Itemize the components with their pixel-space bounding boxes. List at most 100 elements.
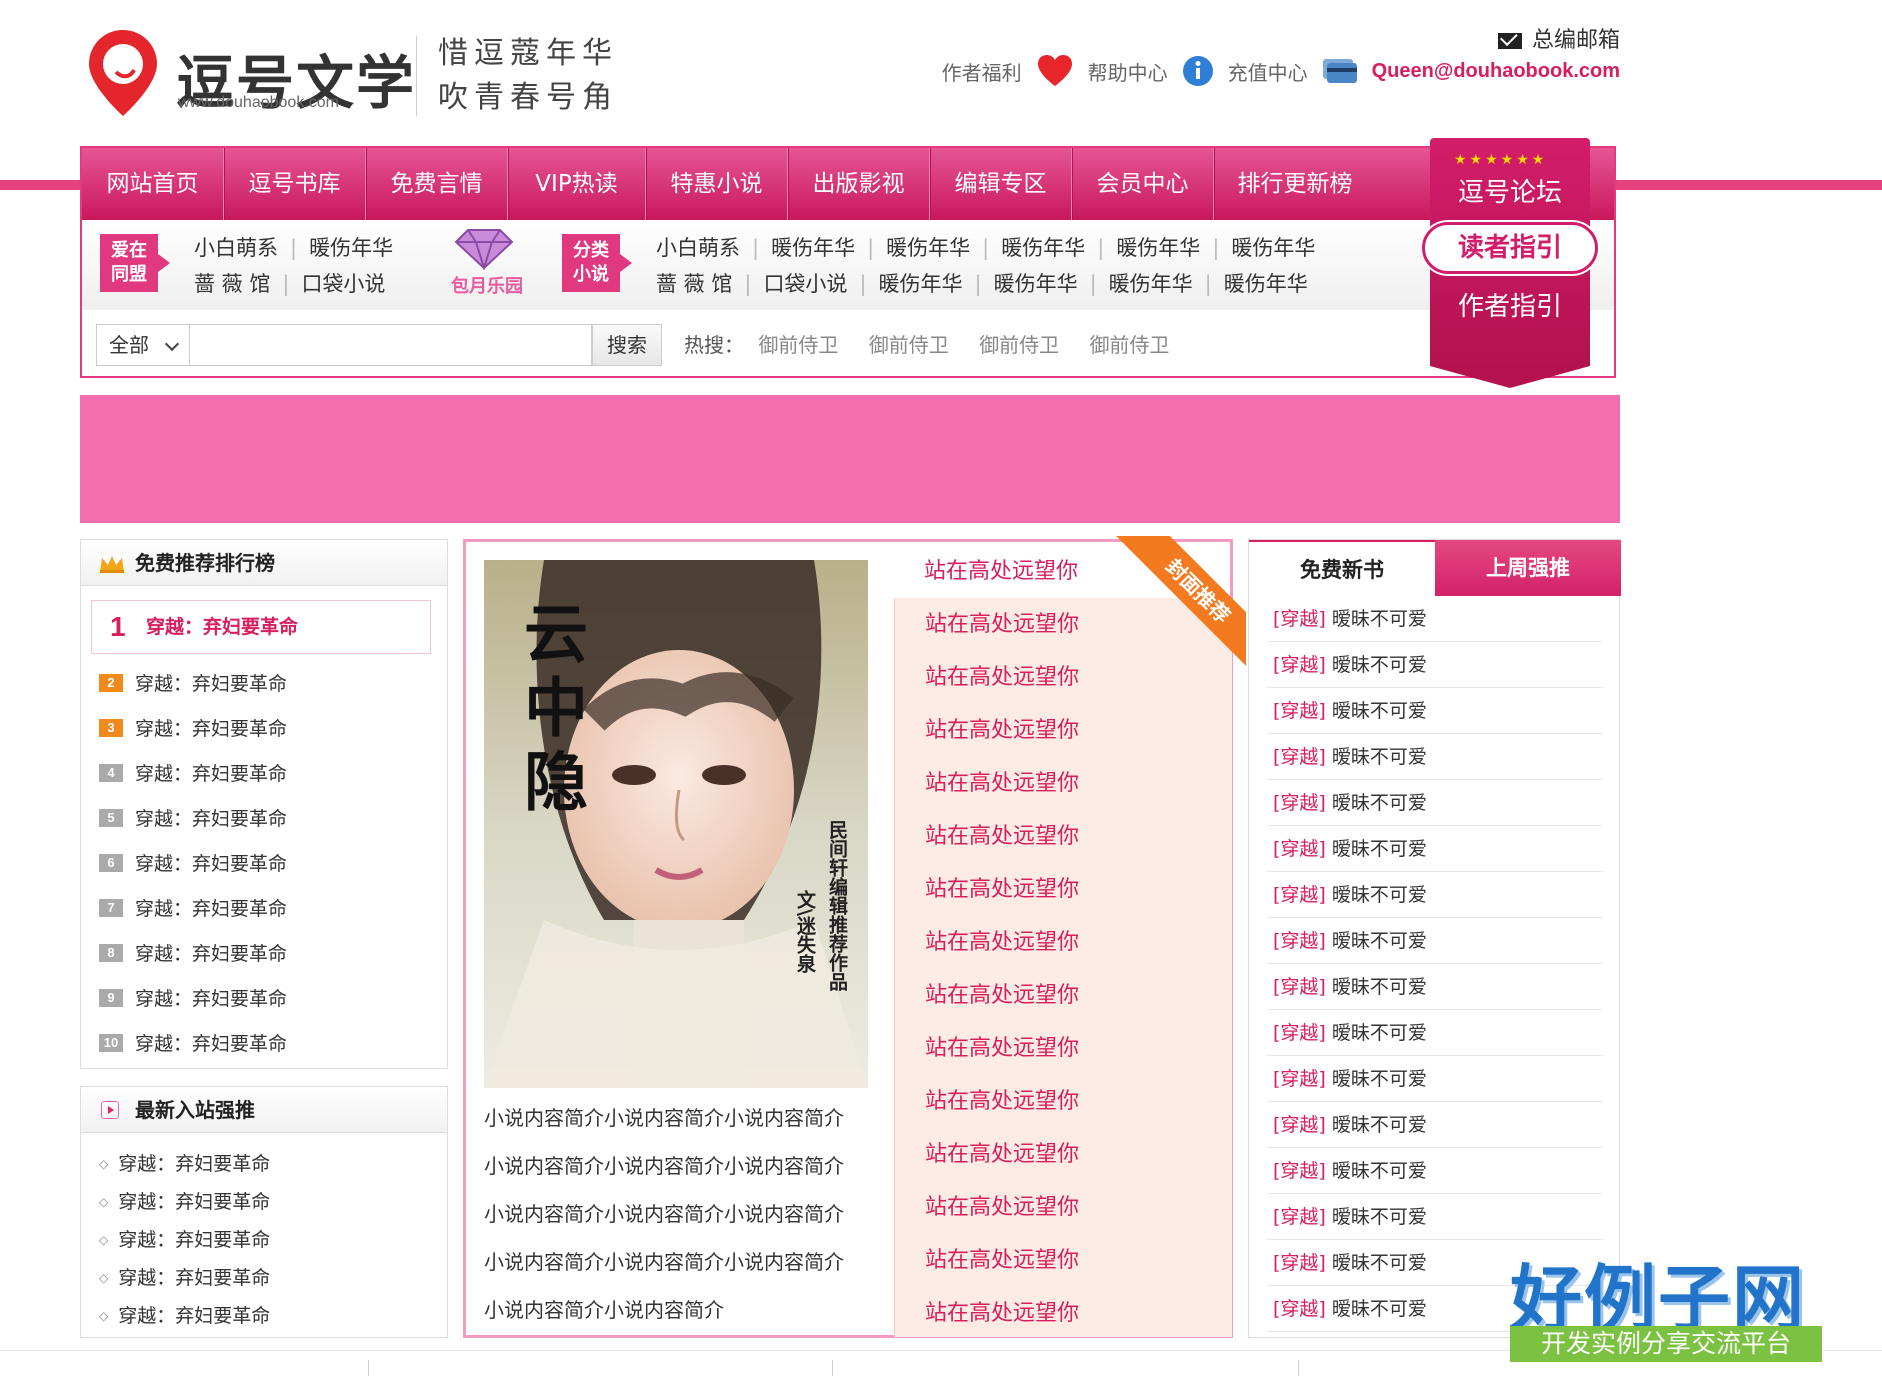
- list-item[interactable]: [穿越] 暧昧不可爱: [1267, 596, 1603, 642]
- nav-item-discount[interactable]: 特惠小说: [646, 148, 788, 220]
- recommend-link[interactable]: 站在高处远望你: [895, 1287, 1232, 1340]
- newest-item[interactable]: 穿越：弃妇要革命: [99, 1221, 270, 1259]
- editor-mail[interactable]: 总编邮箱: [1497, 22, 1620, 54]
- hot-search-link[interactable]: 御前侍卫: [979, 333, 1059, 357]
- tab-free-new-books[interactable]: 免费新书: [1249, 540, 1435, 596]
- recommend-link[interactable]: 站在高处远望你: [895, 810, 1232, 863]
- nav-item-editor[interactable]: 编辑专区: [930, 148, 1072, 220]
- recommend-link[interactable]: 站在高处远望你: [895, 916, 1232, 969]
- alliance-link[interactable]: 蔷 薇 馆: [194, 266, 270, 302]
- recharge-center-link[interactable]: 充值中心: [1228, 57, 1308, 86]
- hot-search-link[interactable]: 御前侍卫: [869, 333, 949, 357]
- site-slogan: 惜逗蔻年华 吹青春号角: [438, 32, 618, 120]
- category-link[interactable]: 暖伤年华: [886, 230, 970, 266]
- list-item[interactable]: [穿越] 暧昧不可爱: [1267, 872, 1603, 918]
- description-line: 小说内容简介小说内容简介小说内容简介: [484, 1250, 844, 1274]
- hot-search-link[interactable]: 御前侍卫: [1089, 333, 1169, 357]
- panel-title: 最新入站强推: [81, 1087, 447, 1133]
- list-item[interactable]: [穿越] 暧昧不可爱: [1267, 918, 1603, 964]
- ranking-item[interactable]: 3 穿越：弃妇要革命: [99, 707, 287, 752]
- newest-title-text: 最新入站强推: [135, 1098, 255, 1122]
- recommend-link[interactable]: 站在高处远望你: [895, 1022, 1232, 1075]
- ranking-item[interactable]: 6 穿越：弃妇要革命: [99, 842, 287, 887]
- list-item[interactable]: [穿越] 暧昧不可爱: [1267, 1102, 1603, 1148]
- alliance-link[interactable]: 口袋小说: [301, 266, 385, 302]
- ranking-item[interactable]: 8 穿越：弃妇要革命: [99, 932, 287, 977]
- category-link[interactable]: 暖伤年华: [1224, 266, 1308, 302]
- category-link[interactable]: 蔷 薇 馆: [656, 266, 732, 302]
- rank-badge: 10: [99, 1033, 123, 1052]
- search-input[interactable]: [190, 324, 592, 366]
- recommend-link[interactable]: 站在高处远望你: [924, 546, 1144, 598]
- ranking-item[interactable]: 5 穿越：弃妇要革命: [99, 797, 287, 842]
- newest-item[interactable]: 穿越：弃妇要革命: [99, 1183, 270, 1221]
- item-category: [穿越]: [1273, 838, 1326, 860]
- heart-icon: [1037, 55, 1072, 86]
- ranking-item[interactable]: 10 穿越：弃妇要革命: [99, 1022, 287, 1067]
- list-item[interactable]: [穿越] 暧昧不可爱: [1267, 642, 1603, 688]
- ranking-item[interactable]: 2 穿越：弃妇要革命: [99, 662, 287, 707]
- ranking-item[interactable]: 4 穿越：弃妇要革命: [99, 752, 287, 797]
- help-center-link[interactable]: 帮助中心: [1088, 57, 1168, 86]
- ranking-item[interactable]: 7 穿越：弃妇要革命: [99, 887, 287, 932]
- nav-item-free-romance[interactable]: 免费言情: [366, 148, 508, 220]
- category-link[interactable]: 暖伤年华: [879, 266, 963, 302]
- ranking-top-item[interactable]: 1 穿越：弃妇要革命: [91, 600, 431, 654]
- recommend-link[interactable]: 站在高处远望你: [895, 704, 1232, 757]
- author-welfare-link[interactable]: 作者福利: [942, 57, 1022, 86]
- recommend-link[interactable]: 站在高处远望你: [895, 757, 1232, 810]
- search-button[interactable]: 搜索: [592, 324, 662, 366]
- forum-link[interactable]: 逗号论坛: [1430, 172, 1590, 209]
- description-line: 小说内容简介小说内容简介小说内容简介: [484, 1154, 844, 1178]
- tab-last-week-picks[interactable]: 上周强推: [1435, 540, 1621, 596]
- nav-item-vip[interactable]: VIP热读: [508, 148, 646, 220]
- hot-search-link[interactable]: 御前侍卫: [758, 333, 838, 357]
- category-link[interactable]: 暖伤年华: [994, 266, 1078, 302]
- list-item[interactable]: [穿越] 暧昧不可爱: [1267, 1056, 1603, 1102]
- search-category-value: 全部: [109, 333, 149, 357]
- recommend-link[interactable]: 站在高处远望你: [895, 1181, 1232, 1234]
- list-item[interactable]: [穿越] 暧昧不可爱: [1267, 1010, 1603, 1056]
- newest-item[interactable]: 穿越：弃妇要革命: [99, 1297, 270, 1335]
- category-link[interactable]: 暖伤年华: [1001, 230, 1085, 266]
- category-link[interactable]: 小白萌系: [656, 230, 740, 266]
- category-link[interactable]: 暖伤年华: [1116, 230, 1200, 266]
- list-item[interactable]: [穿越] 暧昧不可爱: [1267, 964, 1603, 1010]
- recommend-link[interactable]: 站在高处远望你: [895, 1075, 1232, 1128]
- ranking-item[interactable]: 9 穿越：弃妇要革命: [99, 977, 287, 1022]
- corner-label: 封面推荐: [1113, 536, 1246, 670]
- newest-item[interactable]: 穿越：弃妇要革命: [99, 1145, 270, 1183]
- list-item[interactable]: [穿越] 暧昧不可爱: [1267, 1194, 1603, 1240]
- category-link[interactable]: 暖伤年华: [1231, 230, 1315, 266]
- reader-guide-button[interactable]: 读者指引: [1422, 222, 1598, 274]
- free-ranking-panel: 免费推荐排行榜 1 穿越：弃妇要革命 2 穿越：弃妇要革命 3 穿越：弃妇要革命 4…: [80, 539, 448, 1069]
- category-link[interactable]: 暖伤年华: [771, 230, 855, 266]
- list-item[interactable]: [穿越] 暧昧不可爱: [1267, 780, 1603, 826]
- list-item[interactable]: [穿越] 暧昧不可爱: [1267, 826, 1603, 872]
- ad-banner[interactable]: [80, 395, 1620, 523]
- cover-side-text-1: 民间轩编辑推荐作品: [826, 820, 848, 991]
- recommend-link[interactable]: 站在高处远望你: [895, 969, 1232, 1022]
- recommend-link[interactable]: 站在高处远望你: [895, 863, 1232, 916]
- contact-email-link[interactable]: Queen@douhaobook.com: [1372, 60, 1620, 83]
- list-item[interactable]: [穿越] 暧昧不可爱: [1267, 1148, 1603, 1194]
- recommend-link[interactable]: 站在高处远望你: [895, 1128, 1232, 1181]
- book-cover-image[interactable]: 云中隐 民间轩编辑推荐作品 文\迷失泉: [484, 560, 868, 1088]
- monthly-park-link[interactable]: 包月乐园: [442, 226, 523, 298]
- alliance-link[interactable]: 暖伤年华: [309, 230, 393, 266]
- search-category-select[interactable]: 全部: [96, 324, 190, 366]
- nav-item-member[interactable]: 会员中心: [1072, 148, 1214, 220]
- category-link[interactable]: 口袋小说: [763, 266, 847, 302]
- category-link[interactable]: 暖伤年华: [1109, 266, 1193, 302]
- list-item[interactable]: [穿越] 暧昧不可爱: [1267, 688, 1603, 734]
- nav-item-library[interactable]: 逗号书库: [224, 148, 366, 220]
- alliance-link[interactable]: 小白萌系: [194, 230, 278, 266]
- recommend-link[interactable]: 站在高处远望你: [895, 1234, 1232, 1287]
- site-logo[interactable]: 逗号文学 www.douhaobook.com 惜逗蔻年华 吹青春号角: [86, 28, 626, 120]
- nav-item-ranking[interactable]: 排行更新榜: [1214, 148, 1376, 220]
- newest-item[interactable]: 穿越：弃妇要革命: [99, 1259, 270, 1297]
- nav-item-publishing[interactable]: 出版影视: [788, 148, 930, 220]
- writer-guide-link[interactable]: 作者指引: [1430, 286, 1590, 323]
- list-item[interactable]: [穿越] 暧昧不可爱: [1267, 734, 1603, 780]
- nav-item-home[interactable]: 网站首页: [82, 148, 224, 220]
